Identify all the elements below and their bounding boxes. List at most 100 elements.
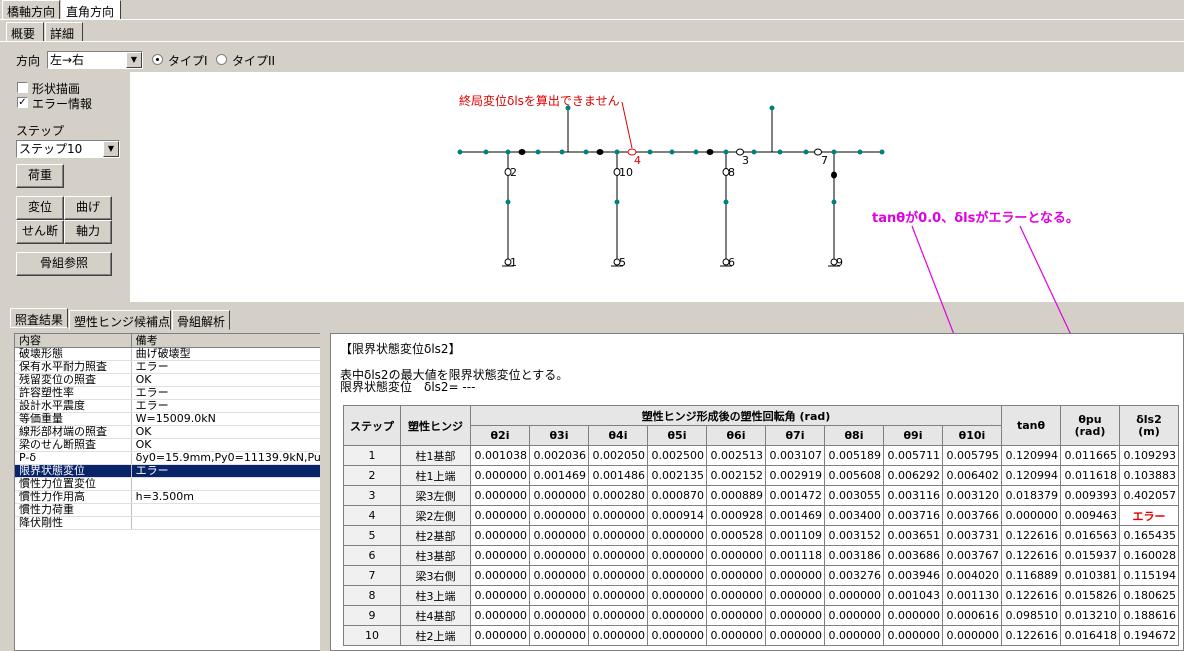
list-item-content: 残留変位の照査: [15, 374, 132, 386]
cell-theta: 0.001109: [765, 525, 825, 546]
list-item[interactable]: 残留変位の照査 OK: [15, 374, 321, 387]
shear-button[interactable]: せん断: [16, 220, 64, 244]
node-label: 10: [619, 166, 633, 179]
cell-theta: 0.000000: [529, 605, 589, 626]
error-info-checkbox[interactable]: ✓: [17, 97, 28, 108]
tab-frame-analysis[interactable]: 骨組解析: [172, 310, 230, 330]
node-label: 5: [619, 256, 626, 269]
list-item-content: 破壊形態: [15, 348, 132, 360]
cell-theta: 0.000000: [588, 585, 648, 606]
frame-reference-button[interactable]: 骨組参照: [16, 252, 112, 276]
table-row: 8 柱3上端 0.000000 0.000000 0.000000 0.000000 0.0…: [343, 585, 1179, 606]
load-button[interactable]: 荷重: [16, 164, 64, 188]
header-theta: θ8i: [824, 425, 884, 446]
cell-theta: 0.000000: [647, 545, 707, 566]
diagram-error-text: 終局変位δlsを算出できません: [459, 94, 620, 108]
cell-theta: 0.003276: [824, 565, 884, 586]
cell-theta: 0.001486: [588, 465, 648, 486]
direction-value: 左→右: [50, 53, 85, 67]
list-item-remark: OK: [135, 439, 152, 451]
cell-theta-pu: 0.010381: [1060, 565, 1120, 586]
list-item[interactable]: 慣性力作用高 h=3.500m: [15, 491, 321, 504]
step-value: ステップ10: [19, 142, 83, 156]
list-item[interactable]: 保有水平耐力照査 エラー: [15, 361, 321, 374]
node-label: 3: [742, 154, 749, 167]
type2-radio[interactable]: [216, 54, 227, 65]
list-item-remark: OK: [135, 374, 152, 386]
node-label: 8: [728, 166, 735, 179]
cell-theta-pu: 0.009393: [1060, 485, 1120, 506]
cell-theta: 0.000000: [706, 625, 766, 646]
node-label: 1: [510, 256, 517, 269]
list-item-remark: エラー: [135, 465, 169, 477]
tab-detail[interactable]: 詳細: [45, 22, 83, 42]
result-title: 【限界状態変位δls2】: [340, 342, 461, 356]
direction-select[interactable]: 左→右 ▼: [47, 51, 143, 69]
cell-theta: 0.003186: [824, 545, 884, 566]
cell-theta: 0.000000: [824, 625, 884, 646]
cell-delta-ls2: 0.402057: [1119, 485, 1179, 506]
list-item[interactable]: P-δ δy0=15.9mm,Py0=11139.9kN,Pu=...: [15, 452, 321, 465]
cell-theta: 0.005795: [942, 445, 1002, 466]
cell-theta: 0.000000: [470, 485, 530, 506]
list-item[interactable]: 降伏剛性: [15, 517, 321, 530]
step-select[interactable]: ステップ10 ▼: [16, 140, 120, 158]
header-delta-ls2: δls2 (m): [1119, 405, 1179, 446]
cell-theta: 0.003055: [824, 485, 884, 506]
cell-theta: 0.000000: [588, 545, 648, 566]
cell-theta: 0.000000: [883, 625, 943, 646]
step-label: ステップ: [16, 124, 65, 138]
cell-theta: 0.006292: [883, 465, 943, 486]
cell-theta: 0.000000: [824, 585, 884, 606]
bending-button[interactable]: 曲げ: [64, 196, 112, 220]
cell-tan: 0.122616: [1001, 525, 1061, 546]
type1-radio[interactable]: [152, 54, 163, 65]
header-theta: θ9i: [883, 425, 943, 446]
list-item[interactable]: 慣性力荷重: [15, 504, 321, 517]
cell-theta-pu: 0.011665: [1060, 445, 1120, 466]
cell-theta: 0.000000: [588, 565, 648, 586]
tab-check-results[interactable]: 照査結果: [10, 308, 68, 328]
list-item-remark: δy0=15.9mm,Py0=11139.9kN,Pu=...: [135, 452, 321, 464]
cell-delta-ls2: 0.103883: [1119, 465, 1179, 486]
tab-hinge-candidates[interactable]: 塑性ヒンジ候補点: [69, 310, 171, 330]
cell-tan: 0.122616: [1001, 545, 1061, 566]
list-item[interactable]: 限界状態変位 エラー: [15, 465, 321, 478]
direction-label: 方向: [16, 54, 41, 68]
cell-theta: 0.000914: [647, 505, 707, 526]
tab-overview[interactable]: 概要: [6, 22, 44, 42]
axial-button[interactable]: 軸力: [64, 220, 112, 244]
cell-step: 10: [343, 625, 401, 646]
cell-theta: 0.003767: [942, 545, 1002, 566]
displacement-button[interactable]: 変位: [16, 196, 64, 220]
list-item[interactable]: 慣性力位置変位: [15, 478, 321, 491]
list-item[interactable]: 設計水平震度 エラー: [15, 400, 321, 413]
cell-theta: 0.000000: [470, 605, 530, 626]
cell-step: 5: [343, 525, 401, 546]
cell-theta: 0.000000: [765, 605, 825, 626]
chevron-down-icon: ▼: [103, 141, 119, 157]
cell-theta: 0.000000: [529, 585, 589, 606]
tab-bridge-axis[interactable]: 橋軸方向: [2, 0, 60, 20]
cell-tan: 0.120994: [1001, 445, 1061, 466]
list-item[interactable]: 梁のせん断照査 OK: [15, 439, 321, 452]
tab-perpendicular[interactable]: 直角方向: [61, 0, 121, 20]
cell-theta: 0.000000: [942, 625, 1002, 646]
list-item-content: 線形部材端の照査: [15, 426, 132, 438]
cell-tan: 0.018379: [1001, 485, 1061, 506]
table-row: 1 柱1基部 0.001038 0.002036 0.002050 0.002500 0.0…: [343, 445, 1179, 466]
list-item-remark: [132, 517, 321, 529]
list-item[interactable]: 許容塑性率 エラー: [15, 387, 321, 400]
cell-theta: 0.005711: [883, 445, 943, 466]
shape-draw-checkbox[interactable]: [17, 82, 28, 93]
cell-hinge: 梁3右側: [400, 565, 471, 586]
splitter[interactable]: [320, 333, 324, 651]
list-item[interactable]: 等価重量 W=15009.0kN: [15, 413, 321, 426]
node-label: 6: [728, 256, 735, 269]
list-item[interactable]: 線形部材端の照査 OK: [15, 426, 321, 439]
list-item[interactable]: 破壊形態 曲げ破壊型: [15, 348, 321, 361]
check-result-list[interactable]: 内容 備考 破壊形態 曲げ破壊型 保有水平耐力照査 エラー 残留変位の照査 OK 許容塑性率…: [14, 333, 322, 651]
cell-step: 8: [343, 585, 401, 606]
table-row: 5 柱2基部 0.000000 0.000000 0.000000 0.000000 0.0…: [343, 525, 1179, 546]
header-theta: θ7i: [765, 425, 825, 446]
